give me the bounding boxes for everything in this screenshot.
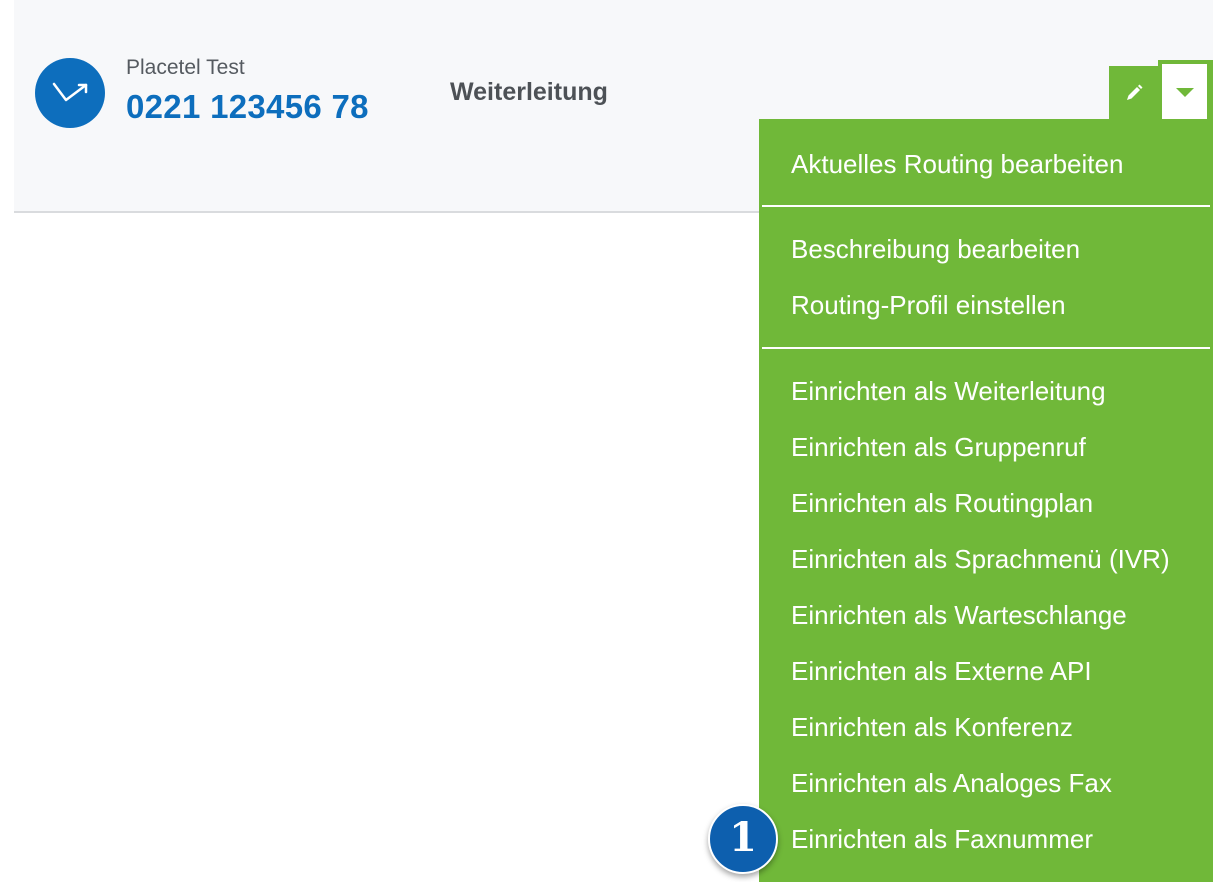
menu-item-routing-profile[interactable]: Routing-Profil einstellen [791, 290, 1066, 320]
caret-down-icon [1176, 88, 1194, 97]
menu-item-setup-analog-fax[interactable]: Einrichten als Analoges Fax [791, 768, 1112, 798]
menu-item-edit-description[interactable]: Beschreibung bearbeiten [791, 234, 1080, 264]
dropdown-toggle-button[interactable] [1158, 60, 1213, 120]
menu-item-setup-fax-number[interactable]: Einrichten als Faxnummer [791, 824, 1093, 854]
routing-action-menu: Aktuelles Routing bearbeiten Beschreibun… [759, 119, 1213, 882]
step-badge: 1 [708, 804, 778, 874]
menu-item-edit-routing[interactable]: Aktuelles Routing bearbeiten [791, 149, 1123, 179]
menu-item-setup-ivr[interactable]: Einrichten als Sprachmenü (IVR) [791, 544, 1170, 574]
forward-arrow-icon [35, 58, 105, 128]
number-caption: Placetel Test [126, 56, 245, 79]
menu-divider [762, 205, 1210, 207]
menu-item-setup-forwarding[interactable]: Einrichten als Weiterleitung [791, 376, 1106, 406]
menu-item-setup-group-call[interactable]: Einrichten als Gruppenruf [791, 432, 1086, 462]
menu-item-setup-external-api[interactable]: Einrichten als Externe API [791, 656, 1092, 686]
pencil-icon [1127, 84, 1143, 100]
menu-item-setup-queue[interactable]: Einrichten als Warteschlange [791, 600, 1127, 630]
dropdown-toggle-inner [1162, 64, 1207, 120]
edit-button[interactable] [1109, 66, 1158, 120]
phone-number: 0221 123456 78 [126, 88, 369, 125]
menu-item-setup-routing-plan[interactable]: Einrichten als Routingplan [791, 488, 1093, 518]
menu-item-setup-conference[interactable]: Einrichten als Konferenz [791, 712, 1073, 742]
routing-type-label: Weiterleitung [450, 78, 608, 106]
menu-divider [762, 347, 1210, 349]
